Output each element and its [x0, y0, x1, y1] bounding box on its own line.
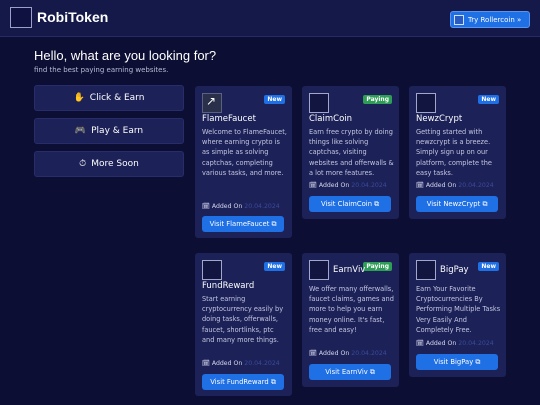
- site-logo-icon: [416, 93, 436, 113]
- status-badge: New: [478, 95, 499, 104]
- sidebar-item-label: Play & Earn: [91, 126, 144, 136]
- site-card-fundreward: New FundReward Start earning cryptocurre…: [195, 253, 292, 396]
- card-added-date: 🗓 Added On 20.04.2024: [416, 182, 494, 189]
- card-added-date: 🗓 Added On 20.04.2024: [416, 340, 494, 347]
- card-title: FundReward: [202, 281, 255, 291]
- sidebar-item-more-soon[interactable]: ⏱ More Soon: [34, 151, 184, 177]
- site-logo-icon: [416, 260, 436, 280]
- hand-pointer-icon: ✋: [73, 93, 85, 103]
- calendar-icon: 🗓: [309, 182, 317, 189]
- site-card-bigpay: New BigPay Earn Your Favorite Cryptocurr…: [409, 253, 506, 377]
- top-navbar: RobiToken Try Rollercoin »: [0, 0, 540, 37]
- clock-icon: ⏱: [79, 159, 87, 169]
- calendar-icon: 🗓: [202, 360, 210, 367]
- page-title: Hello, what are you looking for?: [34, 48, 217, 63]
- card-title: BigPay: [440, 265, 469, 275]
- brand-name[interactable]: RobiToken: [37, 9, 108, 25]
- calendar-icon: 🗓: [416, 182, 424, 189]
- card-title: EarnViv: [333, 265, 366, 275]
- calendar-icon: 🗓: [309, 350, 317, 357]
- site-logo-icon: [309, 260, 329, 280]
- visit-fundreward-button[interactable]: Visit FundReward ⧉: [202, 374, 284, 390]
- card-added-date: 🗓 Added On 20.04.2024: [202, 203, 280, 210]
- try-rollercoin-button[interactable]: Try Rollercoin »: [450, 11, 530, 28]
- visit-claimcoin-button[interactable]: Visit ClaimCoin ⧉: [309, 196, 391, 212]
- card-title: FlameFaucet: [202, 114, 256, 124]
- page-subtitle: find the best paying earning websites.: [34, 66, 169, 74]
- card-added-date: 🗓 Added On 20.04.2024: [309, 182, 387, 189]
- card-description: Start earning cryptocurrency easily by d…: [202, 295, 284, 344]
- card-title: NewzCrypt: [416, 114, 463, 124]
- brand-logo-icon[interactable]: [10, 7, 32, 28]
- site-card-claimcoin: Paying ClaimCoin Earn free crypto by doi…: [302, 86, 399, 219]
- site-card-earnviv: Paying EarnViv We offer many offerwalls,…: [302, 253, 399, 387]
- card-description: Welcome to FlameFaucet, where earning cr…: [202, 128, 287, 177]
- card-description: Earn free crypto by doing things like so…: [309, 128, 394, 177]
- visit-flamefaucet-button[interactable]: Visit FlameFaucet ⧉: [202, 216, 284, 232]
- sidebar-item-click-earn[interactable]: ✋ Click & Earn: [34, 85, 184, 111]
- external-arrow-icon: [202, 93, 222, 113]
- sidebar-item-play-earn[interactable]: 🎮 Play & Earn: [34, 118, 184, 144]
- card-description: Earn Your Favorite Cryptocurrencies By P…: [416, 285, 501, 334]
- rollercoin-icon: [454, 14, 464, 25]
- site-card-flamefaucet: New FlameFaucet Welcome to FlameFaucet, …: [195, 86, 292, 238]
- card-added-date: 🗓 Added On 20.04.2024: [309, 350, 387, 357]
- try-rollercoin-label: Try Rollercoin »: [468, 15, 522, 24]
- card-added-date: 🗓 Added On 20.04.2024: [202, 360, 280, 367]
- calendar-icon: 🗓: [202, 203, 210, 210]
- visit-earnviv-button[interactable]: Visit EarnViv ⧉: [309, 364, 391, 380]
- status-badge: Paying: [363, 262, 392, 271]
- calendar-icon: 🗓: [416, 340, 424, 347]
- status-badge: New: [264, 262, 285, 271]
- sidebar-item-label: More Soon: [91, 159, 139, 169]
- status-badge: New: [478, 262, 499, 271]
- visit-bigpay-button[interactable]: Visit BigPay ⧉: [416, 354, 498, 370]
- status-badge: Paying: [363, 95, 392, 104]
- site-card-newzcrypt: New NewzCrypt Getting started with newzc…: [409, 86, 506, 219]
- card-description: We offer many offerwalls, faucet claims,…: [309, 285, 394, 334]
- status-badge: New: [264, 95, 285, 104]
- site-logo-icon: [202, 260, 222, 280]
- card-description: Getting started with newzcrypt is a bree…: [416, 128, 492, 177]
- card-title: ClaimCoin: [309, 114, 353, 124]
- visit-newzcrypt-button[interactable]: Visit NewzCrypt ⧉: [416, 196, 498, 212]
- gamepad-icon: 🎮: [74, 126, 87, 136]
- sidebar-item-label: Click & Earn: [89, 93, 145, 103]
- site-logo-icon: [309, 93, 329, 113]
